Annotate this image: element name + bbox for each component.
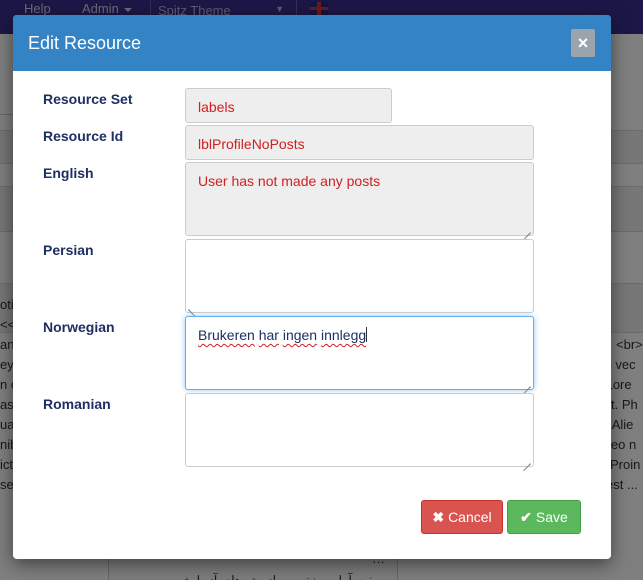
norwegian-label: Norwegian — [43, 319, 115, 335]
norwegian-word: innlegg — [320, 327, 367, 343]
resource-id-field[interactable]: lblProfileNoPosts — [185, 125, 534, 160]
times-icon: ✖ — [432, 509, 445, 525]
romanian-label: Romanian — [43, 396, 111, 412]
edit-resource-modal: Edit Resource × Resource Set labels Reso… — [13, 15, 611, 559]
close-button[interactable]: × — [571, 29, 595, 57]
cancel-button[interactable]: ✖ Cancel — [421, 500, 503, 534]
resource-id-label: Resource Id — [43, 128, 124, 144]
resource-set-label: Resource Set — [43, 91, 133, 107]
romanian-textarea[interactable] — [185, 393, 534, 467]
norwegian-word: har — [258, 327, 279, 343]
resource-set-value: labels — [198, 99, 235, 115]
text-cursor — [366, 327, 368, 342]
resource-set-field[interactable]: labels — [185, 88, 392, 123]
save-button[interactable]: ✔ Save — [507, 500, 581, 534]
english-label: English — [43, 165, 94, 181]
english-textarea[interactable]: User has not made any posts — [185, 162, 534, 236]
resize-handle-icon[interactable] — [523, 456, 531, 464]
close-icon: × — [577, 33, 589, 53]
resize-handle-icon[interactable] — [523, 225, 531, 233]
modal-title: Edit Resource — [28, 33, 142, 53]
resource-id-value: lblProfileNoPosts — [198, 136, 305, 152]
save-button-label: Save — [535, 509, 568, 525]
resize-handle-icon[interactable] — [188, 301, 197, 310]
check-icon: ✔ — [520, 509, 532, 525]
modal-header: Edit Resource × — [13, 15, 611, 71]
norwegian-word: ingen — [282, 327, 318, 343]
resize-handle-icon[interactable] — [523, 379, 531, 387]
cancel-button-label: Cancel — [448, 509, 492, 525]
norwegian-word: Brukeren — [198, 327, 255, 343]
persian-label: Persian — [43, 242, 94, 258]
persian-textarea[interactable] — [185, 239, 534, 313]
english-value: User has not made any posts — [198, 173, 381, 189]
norwegian-textarea[interactable]: Brukeren har ingen innlegg — [185, 316, 534, 390]
